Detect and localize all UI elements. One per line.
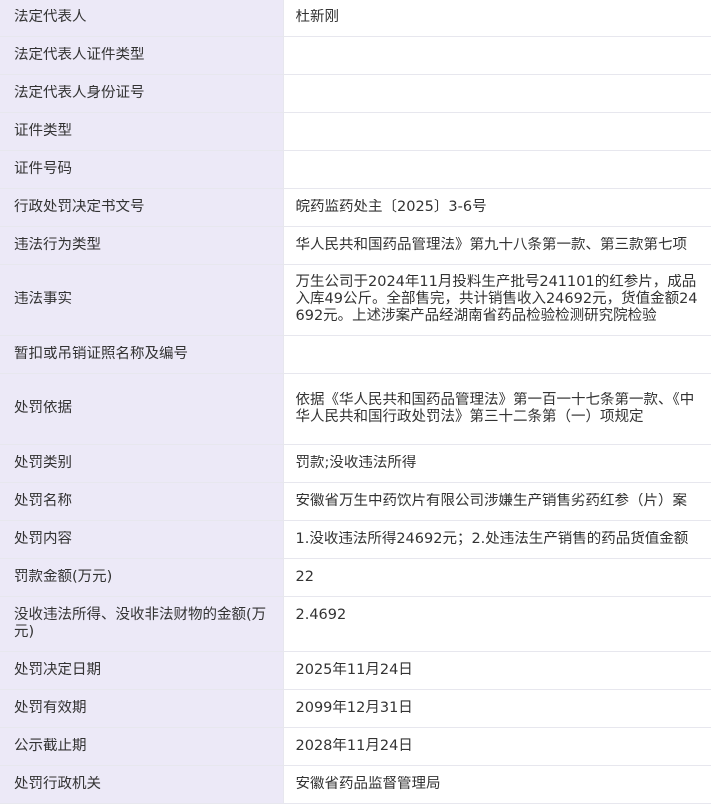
row-label: 处罚有效期 [0,689,284,728]
table-row: 法定代表人 杜新刚 [0,0,711,37]
row-value: 皖药监药处主〔2025〕3-6号 [283,188,711,227]
row-label: 法定代表人证件类型 [0,36,284,75]
row-label: 处罚类别 [0,444,284,483]
table-row: 暂扣或吊销证照名称及编号 [0,335,711,374]
table-row: 处罚依据 依据《华人民共和国药品管理法》第一百一十七条第一款、《中华人民共和国行… [0,373,711,445]
row-label: 暂扣或吊销证照名称及编号 [0,335,284,374]
row-label: 处罚依据 [0,373,284,445]
row-label: 处罚行政机关 [0,765,284,804]
table-row: 罚款金额(万元) 22 [0,558,711,597]
row-value: 1.没收违法所得24692元；2.处违法生产销售的药品货值金额 [283,520,711,559]
row-value: 华人民共和国药品管理法》第九十八条第一款、第三款第七项 [283,226,711,265]
table-row: 公示截止期 2028年11月24日 [0,727,711,766]
row-label: 违法事实 [0,264,284,336]
row-label: 处罚名称 [0,482,284,521]
row-value [283,112,711,151]
table-row: 处罚有效期 2099年12月31日 [0,689,711,728]
table-row: 处罚行政机关 安徽省药品监督管理局 [0,765,711,804]
row-value [283,150,711,189]
penalty-info-table: 法定代表人 杜新刚 法定代表人证件类型 法定代表人身份证号 证件类型 证件号码 … [0,0,711,804]
row-label: 公示截止期 [0,727,284,766]
row-label: 违法行为类型 [0,226,284,265]
table-row: 行政处罚决定书文号 皖药监药处主〔2025〕3-6号 [0,188,711,227]
row-value: 万生公司于2024年11月投料生产批号241101的红参片，成品入库49公斤。全… [283,264,711,336]
row-label: 法定代表人 [0,0,284,37]
row-value [283,74,711,113]
table-row: 没收违法所得、没收非法财物的金额(万元) 2.4692 [0,596,711,652]
table-row: 处罚内容 1.没收违法所得24692元；2.处违法生产销售的药品货值金额 [0,520,711,559]
row-value: 22 [283,558,711,597]
row-label: 行政处罚决定书文号 [0,188,284,227]
row-label: 处罚决定日期 [0,651,284,690]
row-label: 证件类型 [0,112,284,151]
table-row: 法定代表人证件类型 [0,36,711,75]
row-value: 杜新刚 [283,0,711,37]
row-value: 2028年11月24日 [283,727,711,766]
row-label: 没收违法所得、没收非法财物的金额(万元) [0,596,284,652]
row-value [283,36,711,75]
row-value [283,335,711,374]
row-value: 2025年11月24日 [283,651,711,690]
row-label: 罚款金额(万元) [0,558,284,597]
table-row: 处罚名称 安徽省万生中药饮片有限公司涉嫌生产销售劣药红参（片）案 [0,482,711,521]
row-label: 证件号码 [0,150,284,189]
row-value: 罚款;没收违法所得 [283,444,711,483]
table-row: 违法行为类型 华人民共和国药品管理法》第九十八条第一款、第三款第七项 [0,226,711,265]
row-value: 安徽省药品监督管理局 [283,765,711,804]
table-row: 违法事实 万生公司于2024年11月投料生产批号241101的红参片，成品入库4… [0,264,711,336]
row-label: 法定代表人身份证号 [0,74,284,113]
row-value: 2099年12月31日 [283,689,711,728]
table-row: 处罚类别 罚款;没收违法所得 [0,444,711,483]
row-label: 处罚内容 [0,520,284,559]
row-value: 安徽省万生中药饮片有限公司涉嫌生产销售劣药红参（片）案 [283,482,711,521]
row-value: 依据《华人民共和国药品管理法》第一百一十七条第一款、《中华人民共和国行政处罚法》… [283,373,711,445]
table-row: 证件类型 [0,112,711,151]
row-value: 2.4692 [283,596,711,652]
table-row: 处罚决定日期 2025年11月24日 [0,651,711,690]
table-row: 证件号码 [0,150,711,189]
table-row: 法定代表人身份证号 [0,74,711,113]
